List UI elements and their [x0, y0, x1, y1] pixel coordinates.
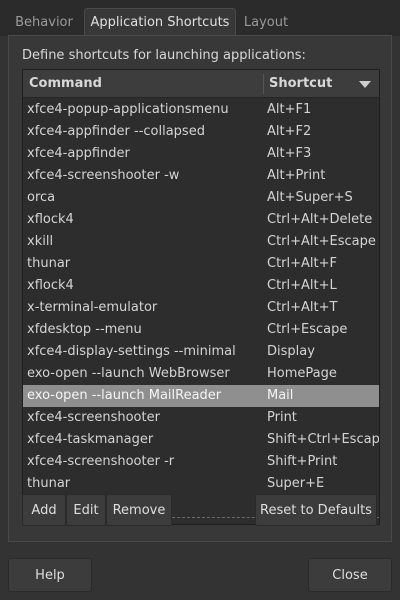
table-row[interactable]: xfce4-appfinder Alt+F3 [23, 143, 379, 165]
table-row[interactable]: xfdesktop --menu Ctrl+Escape [23, 319, 379, 341]
table-row[interactable]: xfce4-taskmanager Shift+Ctrl+Escape [23, 429, 379, 451]
tab-layout[interactable]: Layout [240, 9, 292, 36]
cell-command: xfce4-screenshooter [27, 410, 160, 425]
cell-command: xfce4-taskmanager [27, 432, 154, 447]
cell-shortcut: Mail [267, 388, 294, 403]
shortcuts-table[interactable]: Command Shortcut xfce4-popup-application… [22, 69, 380, 525]
cell-command: xfce4-appfinder --collapsed [27, 124, 205, 139]
cell-shortcut: Shift+Print [267, 454, 338, 469]
close-button[interactable]: Close [308, 558, 392, 592]
table-row[interactable]: xfce4-screenshooter -r Shift+Print [23, 451, 379, 473]
cell-shortcut: Alt+F2 [267, 124, 312, 139]
cell-shortcut: Ctrl+Alt+F [267, 256, 337, 271]
sort-descending-icon [359, 81, 371, 88]
panel-description: Define shortcuts for launching applicati… [22, 48, 306, 63]
cell-shortcut: HomePage [267, 366, 337, 381]
table-row[interactable]: exo-open --launch MailReader Mail [23, 385, 379, 407]
cell-command: thunar [27, 476, 71, 491]
table-row[interactable]: xfce4-screenshooter -w Alt+Print [23, 165, 379, 187]
cell-shortcut: Ctrl+Alt+L [267, 278, 337, 293]
table-row[interactable]: thunar Super+E [23, 473, 379, 495]
cell-command: xkill [27, 234, 54, 249]
cell-shortcut: Alt+F3 [267, 146, 312, 161]
cell-shortcut: Ctrl+Alt+Escape [267, 234, 376, 249]
cell-shortcut: Print [267, 410, 297, 425]
application-shortcuts-panel: Define shortcuts for launching applicati… [8, 35, 392, 542]
cell-command: exo-open --launch WebBrowser [27, 366, 230, 381]
cell-command: xfce4-appfinder [27, 146, 130, 161]
table-row[interactable]: xflock4 Ctrl+Alt+Delete [23, 209, 379, 231]
keyboard-settings-window: Behavior Application Shortcuts Layout De… [0, 0, 400, 600]
cell-shortcut: Ctrl+Escape [267, 322, 348, 337]
cell-shortcut: Ctrl+Alt+Delete [267, 212, 373, 227]
table-row[interactable]: xfce4-display-settings --minimal Display [23, 341, 379, 363]
column-separator[interactable] [263, 74, 264, 94]
help-button[interactable]: Help [8, 558, 92, 592]
cell-shortcut: Alt+F1 [267, 102, 312, 117]
cell-command: xfce4-screenshooter -r [27, 454, 175, 469]
cell-shortcut: Super+E [267, 476, 325, 491]
cell-command: thunar [27, 256, 71, 271]
cell-command: xfce4-screenshooter -w [27, 168, 180, 183]
table-body: xfce4-popup-applicationsmenu Alt+F1 xfce4-… [23, 99, 379, 495]
add-button[interactable]: Add [22, 494, 66, 526]
table-row[interactable]: x-terminal-emulator Ctrl+Alt+T [23, 297, 379, 319]
cell-shortcut: Display [267, 344, 315, 359]
table-row[interactable]: xfce4-popup-applicationsmenu Alt+F1 [23, 99, 379, 121]
cell-command: xfdesktop --menu [27, 322, 142, 337]
table-row[interactable]: xfce4-screenshooter Print [23, 407, 379, 429]
table-row[interactable]: xflock4 Ctrl+Alt+L [23, 275, 379, 297]
tab-bar: Behavior Application Shortcuts Layout [0, 0, 400, 36]
cell-shortcut: Alt+Print [267, 168, 326, 183]
cell-shortcut: Shift+Ctrl+Escape [267, 432, 379, 447]
table-header: Command Shortcut [23, 70, 379, 98]
cell-command: orca [27, 190, 56, 205]
cell-command: xflock4 [27, 212, 74, 227]
cell-command: xfce4-display-settings --minimal [27, 344, 236, 359]
edit-button[interactable]: Edit [66, 494, 106, 526]
cell-command: xfce4-popup-applicationsmenu [27, 102, 229, 117]
table-row[interactable]: exo-open --launch WebBrowser HomePage [23, 363, 379, 385]
reset-to-defaults-button[interactable]: Reset to Defaults [255, 494, 377, 526]
column-header-shortcut[interactable]: Shortcut [269, 70, 332, 97]
tab-application-shortcuts[interactable]: Application Shortcuts [84, 8, 236, 36]
table-row[interactable]: orca Alt+Super+S [23, 187, 379, 209]
table-row[interactable]: xfce4-appfinder --collapsed Alt+F2 [23, 121, 379, 143]
tab-behavior[interactable]: Behavior [8, 9, 80, 36]
cell-shortcut: Ctrl+Alt+T [267, 300, 338, 315]
table-row[interactable]: xkill Ctrl+Alt+Escape [23, 231, 379, 253]
column-header-command[interactable]: Command [29, 70, 102, 97]
cell-shortcut: Alt+Super+S [267, 190, 353, 205]
table-row[interactable]: thunar Ctrl+Alt+F [23, 253, 379, 275]
cell-command: x-terminal-emulator [27, 300, 158, 315]
cell-command: exo-open --launch MailReader [27, 388, 222, 403]
remove-button[interactable]: Remove [106, 494, 172, 526]
cell-command: xflock4 [27, 278, 74, 293]
